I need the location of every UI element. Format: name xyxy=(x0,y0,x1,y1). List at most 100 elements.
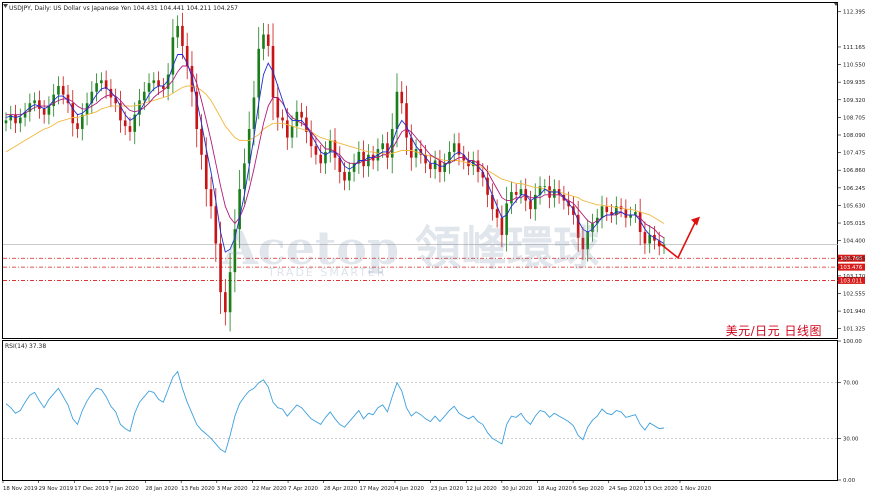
y-tick-label: 106.245 xyxy=(843,186,865,192)
candle-body xyxy=(257,48,261,98)
candle-body xyxy=(9,114,13,121)
rsi-y-tick-label: 30.00 xyxy=(843,436,859,442)
y-tick-label: 111.165 xyxy=(843,45,865,51)
candle-body xyxy=(324,151,327,164)
candle-body xyxy=(95,83,98,92)
candle-body xyxy=(276,97,280,118)
y-tick-label: 105.015 xyxy=(843,221,865,227)
x-tick-label: 23 Jun 2020 xyxy=(431,486,464,492)
y-tick-label: 112.395 xyxy=(843,10,865,16)
candle-body xyxy=(200,128,203,155)
x-tick-label: 18 Aug 2020 xyxy=(537,486,572,492)
candle-body xyxy=(543,186,547,188)
candle-body xyxy=(152,80,156,84)
candle-body xyxy=(643,232,647,244)
candle-body xyxy=(14,114,17,124)
candle-body xyxy=(300,111,303,118)
candle-body xyxy=(295,111,299,127)
candle-body xyxy=(510,191,513,204)
candle-body xyxy=(319,154,323,164)
y-tick-label: 107.475 xyxy=(843,151,865,157)
candle-body xyxy=(347,171,351,181)
y-tick-label: 109.320 xyxy=(843,98,866,104)
candle-body xyxy=(395,91,399,129)
candle-body xyxy=(519,189,523,195)
candle-body xyxy=(429,163,432,170)
x-tick-label: 12 Jul 2020 xyxy=(466,486,497,492)
candle-body xyxy=(605,206,609,213)
candle-body xyxy=(457,143,461,155)
y-tick-label: 106.860 xyxy=(843,168,866,174)
candle-body xyxy=(61,86,65,95)
candle-body xyxy=(128,126,132,132)
y-tick-label: 104.400 xyxy=(843,239,866,245)
candle-body xyxy=(281,117,284,121)
y-tick-label: 101.325 xyxy=(843,327,865,333)
candle-body xyxy=(214,206,218,244)
candle-body xyxy=(71,103,75,124)
x-tick-label: 18 Nov 2019 xyxy=(3,486,38,492)
candle-body xyxy=(400,91,404,104)
x-tick-label: 6 Sep 2020 xyxy=(573,486,604,492)
y-tick-label: 103.170 xyxy=(843,274,866,280)
y-tick-label: 108.090 xyxy=(843,133,866,139)
candle-body xyxy=(228,272,232,313)
main-pane xyxy=(2,2,838,339)
candle-body xyxy=(529,200,532,210)
x-tick-label: 7 Jan 2020 xyxy=(110,486,139,492)
y-tick-label: 103.785 xyxy=(843,256,865,262)
x-tick-label: 28 Apr 2020 xyxy=(324,486,358,492)
candle-body xyxy=(452,143,456,152)
x-tick-label: 7 Apr 2020 xyxy=(288,486,318,492)
candle-body xyxy=(224,292,227,313)
candle-body xyxy=(286,120,289,138)
candle-body xyxy=(290,126,294,138)
candle-body xyxy=(100,80,103,84)
candle-body xyxy=(405,103,408,138)
candle-body xyxy=(142,91,146,101)
candle-body xyxy=(414,149,418,158)
candle-body xyxy=(624,209,628,218)
x-tick-label: 4 Jun 2020 xyxy=(395,486,425,492)
y-tick-label: 108.705 xyxy=(843,115,865,121)
watermark-tagline: TRADE SMARTER xyxy=(268,266,387,279)
candle-body xyxy=(514,191,518,195)
candle-body xyxy=(314,146,318,155)
y-tick-label: 109.935 xyxy=(843,80,865,86)
candle-body xyxy=(123,120,127,127)
x-tick-label: 3 Mar 2020 xyxy=(217,486,248,492)
candle-body xyxy=(409,137,413,158)
candle-body xyxy=(176,25,179,38)
x-tick-label: 13 Oct 2020 xyxy=(644,486,678,492)
x-tick-label: 29 Nov 2019 xyxy=(39,486,74,492)
candle-body xyxy=(204,154,208,190)
candle-body xyxy=(600,206,604,218)
candle-body xyxy=(433,160,437,170)
candle-body xyxy=(266,34,270,46)
candle-body xyxy=(18,117,22,124)
candle-body xyxy=(57,86,60,95)
rsi-y-tick-label: 70.00 xyxy=(843,381,859,387)
candle-body xyxy=(42,108,46,115)
candle-body xyxy=(262,34,265,49)
rsi-y-tick-label: 0.00 xyxy=(843,478,856,484)
candle-body xyxy=(553,189,556,198)
chart-window: 103.786 103.476 103.011 112.395 111.165 110.… xyxy=(0,0,870,495)
y-tick-label: 110.550 xyxy=(843,63,866,69)
level-price-label: 103.476 xyxy=(840,265,863,271)
candle-body xyxy=(381,143,384,150)
x-tick-label: 17 May 2020 xyxy=(359,486,395,492)
rsi-title: RSI(14) 37.38 xyxy=(5,343,46,350)
candle-body xyxy=(33,100,36,104)
candle-body xyxy=(147,83,151,92)
candle-body xyxy=(157,80,160,87)
candle-body xyxy=(76,123,79,129)
x-tick-label: 22 Mar 2020 xyxy=(252,486,287,492)
candle-body xyxy=(38,100,41,109)
candle-body xyxy=(333,140,337,158)
rsi-y-tick-label: 100.00 xyxy=(843,339,862,345)
caption-cn: 美元/日元 日线图 xyxy=(725,324,822,338)
x-tick-label: 13 Feb 2020 xyxy=(181,486,215,492)
candle-body xyxy=(343,171,346,181)
candle-body xyxy=(47,106,51,115)
